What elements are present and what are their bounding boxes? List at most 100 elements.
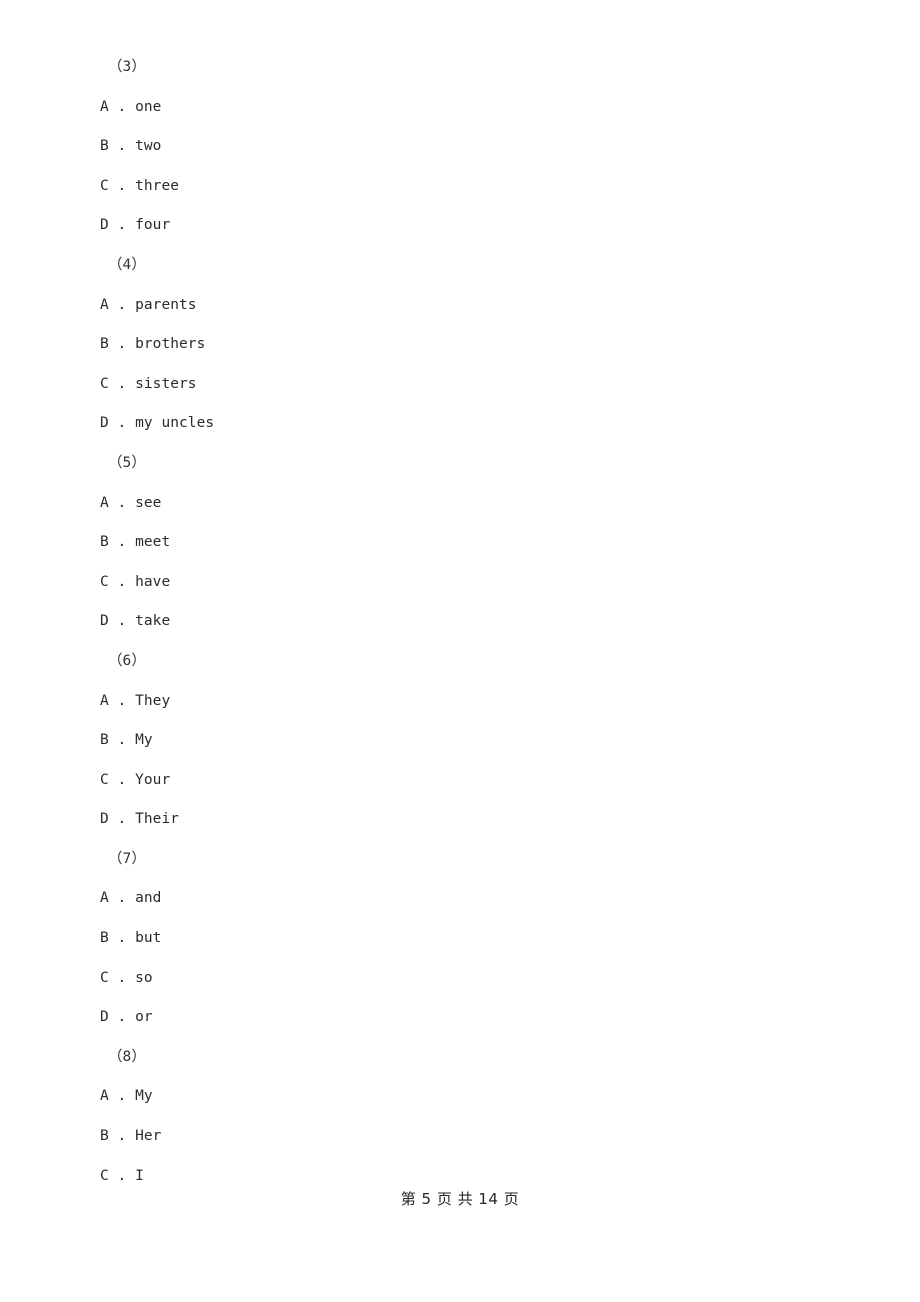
- option-letter: C: [100, 969, 109, 986]
- question-number: （5）: [108, 454, 146, 471]
- option-text: My: [135, 1088, 153, 1105]
- answer-option[interactable]: C . have: [0, 563, 920, 603]
- option-text: three: [135, 177, 180, 194]
- option-letter: A: [100, 296, 109, 313]
- answer-option[interactable]: C . Your: [0, 761, 920, 801]
- question-group: （3） A . one B . two C . three D . four: [0, 48, 920, 246]
- top-margin-spacer: [0, 0, 920, 48]
- option-letter: C: [100, 1167, 109, 1184]
- option-letter: D: [100, 811, 109, 828]
- option-separator: .: [108, 771, 136, 788]
- answer-option[interactable]: A . one: [0, 88, 920, 128]
- answer-option[interactable]: A . see: [0, 484, 920, 524]
- answer-option[interactable]: D . four: [0, 206, 920, 246]
- question-list: （3） A . one B . two C . three D . four （4） A .…: [0, 0, 920, 1196]
- option-text: have: [135, 573, 171, 590]
- option-separator: .: [108, 375, 136, 392]
- option-letter: D: [100, 1009, 109, 1026]
- option-letter: A: [100, 1088, 109, 1105]
- option-letter: A: [100, 890, 109, 907]
- option-letter: B: [100, 930, 109, 947]
- option-separator: .: [108, 692, 136, 709]
- answer-option[interactable]: B . brothers: [0, 325, 920, 365]
- question-number: （6）: [108, 652, 146, 669]
- option-letter: D: [100, 217, 109, 234]
- option-separator: .: [108, 811, 136, 828]
- option-text: but: [135, 930, 162, 947]
- option-separator: .: [108, 296, 136, 313]
- option-separator: .: [108, 217, 136, 234]
- option-text: Their: [135, 811, 180, 828]
- option-separator: .: [108, 138, 136, 155]
- question-number: （7）: [108, 850, 146, 867]
- option-text: sisters: [135, 375, 197, 392]
- option-text: brothers: [135, 336, 206, 353]
- option-separator: .: [108, 732, 136, 749]
- question-number: （4）: [108, 256, 146, 273]
- answer-option[interactable]: B . meet: [0, 523, 920, 563]
- option-text: They: [135, 692, 171, 709]
- answer-option[interactable]: A . and: [0, 879, 920, 919]
- option-separator: .: [108, 613, 136, 630]
- option-text: or: [135, 1009, 153, 1026]
- option-letter: D: [100, 613, 109, 630]
- option-separator: .: [108, 1088, 136, 1105]
- question-group: （7） A . and B . but C . so D . or: [0, 840, 920, 1038]
- option-text: and: [135, 890, 162, 907]
- answer-option[interactable]: B . but: [0, 919, 920, 959]
- option-letter: B: [100, 336, 109, 353]
- option-letter: B: [100, 732, 109, 749]
- option-separator: .: [108, 573, 136, 590]
- answer-option[interactable]: A . They: [0, 682, 920, 722]
- option-text: parents: [135, 296, 197, 313]
- option-text: so: [135, 969, 153, 986]
- question-number: （3）: [108, 59, 146, 75]
- option-letter: B: [100, 138, 109, 155]
- option-text: Her: [135, 1128, 162, 1145]
- option-text: one: [135, 98, 162, 115]
- option-separator: .: [108, 177, 136, 194]
- option-letter: C: [100, 771, 109, 788]
- answer-option[interactable]: C . so: [0, 959, 920, 999]
- answer-option[interactable]: A . parents: [0, 286, 920, 326]
- option-text: four: [135, 217, 171, 234]
- answer-option[interactable]: D . my uncles: [0, 404, 920, 444]
- option-separator: .: [108, 930, 136, 947]
- option-separator: .: [108, 494, 136, 511]
- option-letter: A: [100, 494, 109, 511]
- option-separator: .: [108, 1167, 136, 1184]
- option-text: meet: [135, 534, 171, 551]
- option-separator: .: [108, 890, 136, 907]
- option-text: My: [135, 732, 153, 749]
- question-group: （4） A . parents B . brothers C . sisters D .…: [0, 246, 920, 444]
- question-group: （5） A . see B . meet C . have D . take: [0, 444, 920, 642]
- answer-option[interactable]: C . sisters: [0, 365, 920, 405]
- question-number: （8）: [108, 1048, 146, 1065]
- option-letter: D: [100, 415, 109, 432]
- answer-option[interactable]: C . three: [0, 167, 920, 207]
- question-group: （6） A . They B . My C . Your D . Their: [0, 642, 920, 840]
- option-separator: .: [108, 534, 136, 551]
- option-separator: .: [108, 98, 136, 115]
- answer-option[interactable]: D . Their: [0, 800, 920, 840]
- option-text: my uncles: [135, 415, 215, 432]
- option-letter: B: [100, 534, 109, 551]
- option-letter: A: [100, 692, 109, 709]
- answer-option[interactable]: D . take: [0, 602, 920, 642]
- answer-option[interactable]: B . My: [0, 721, 920, 761]
- answer-option[interactable]: B . Her: [0, 1117, 920, 1157]
- option-letter: C: [100, 375, 109, 392]
- option-text: I: [135, 1167, 144, 1184]
- option-separator: .: [108, 1009, 136, 1026]
- option-separator: .: [108, 415, 136, 432]
- option-letter: C: [100, 573, 109, 590]
- option-separator: .: [108, 1128, 136, 1145]
- option-separator: .: [108, 969, 136, 986]
- question-group: （8） A . My B . Her C . I: [0, 1038, 920, 1196]
- option-text: Your: [135, 771, 171, 788]
- answer-option[interactable]: B . two: [0, 127, 920, 167]
- answer-option[interactable]: A . My: [0, 1077, 920, 1117]
- option-text: take: [135, 613, 171, 630]
- option-letter: C: [100, 177, 109, 194]
- answer-option[interactable]: D . or: [0, 998, 920, 1038]
